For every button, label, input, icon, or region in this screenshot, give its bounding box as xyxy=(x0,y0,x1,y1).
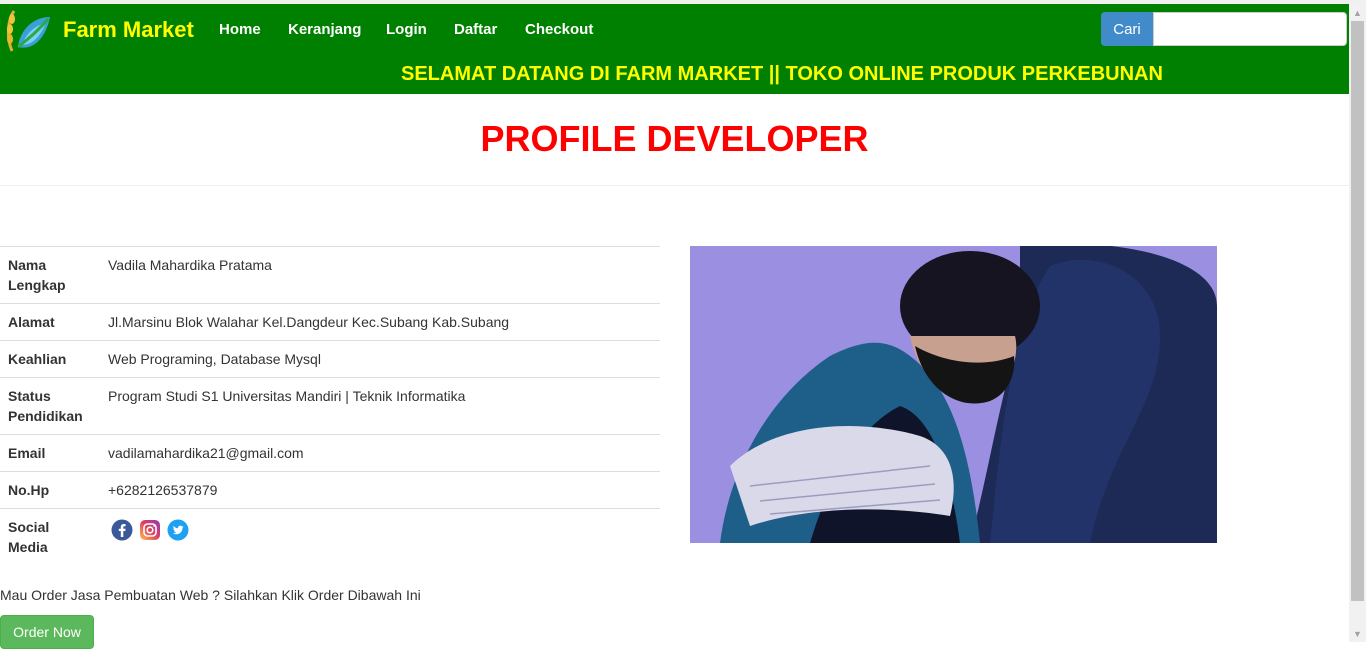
nav-home[interactable]: Home xyxy=(219,21,261,38)
profile-table: Nama Lengkap Vadila Mahardika Pratama Al… xyxy=(0,246,660,565)
table-row: Keahlian Web Programing, Database Mysql xyxy=(0,340,660,378)
welcome-marquee: SELAMAT DATANG DI FARM MARKET || TOKO ON… xyxy=(401,63,1163,85)
instagram-icon[interactable] xyxy=(139,519,161,541)
vertical-scrollbar[interactable]: ▲ ▼ xyxy=(1349,4,1366,642)
email-value: vadilamahardika21@gmail.com xyxy=(100,434,660,472)
table-row: Email vadilamahardika21@gmail.com xyxy=(0,434,660,472)
address-label: Alamat xyxy=(0,303,100,341)
address-value: Jl.Marsinu Blok Walahar Kel.Dangdeur Kec… xyxy=(100,303,660,341)
order-now-button[interactable]: Order Now xyxy=(0,615,94,649)
social-label: Social Media xyxy=(0,508,100,565)
nav-cart[interactable]: Keranjang xyxy=(288,21,361,38)
developer-photo xyxy=(690,246,1217,543)
search-input[interactable] xyxy=(1153,12,1347,46)
table-row: Status Pendidikan Program Studi S1 Unive… xyxy=(0,377,660,435)
name-value: Vadila Mahardika Pratama xyxy=(100,246,660,304)
search-button[interactable]: Cari xyxy=(1101,12,1153,46)
education-label: Status Pendidikan xyxy=(0,377,100,435)
brand-name[interactable]: Farm Market xyxy=(63,17,194,43)
facebook-icon[interactable] xyxy=(111,519,133,541)
name-label: Nama Lengkap xyxy=(0,246,100,304)
nav-register[interactable]: Daftar xyxy=(454,21,497,38)
table-row: Alamat Jl.Marsinu Blok Walahar Kel.Dangd… xyxy=(0,303,660,341)
phone-value: +6282126537879 xyxy=(100,471,660,509)
farm-logo-icon[interactable] xyxy=(4,7,52,57)
education-value: Program Studi S1 Universitas Mandiri | T… xyxy=(100,377,660,435)
email-label: Email xyxy=(0,434,100,472)
scroll-down-arrow-icon[interactable]: ▼ xyxy=(1349,625,1366,642)
skills-label: Keahlian xyxy=(0,340,100,378)
skills-value: Web Programing, Database Mysql xyxy=(100,340,660,378)
phone-label: No.Hp xyxy=(0,471,100,509)
table-row: No.Hp +6282126537879 xyxy=(0,471,660,509)
navbar: Farm Market Home Keranjang Login Daftar … xyxy=(0,4,1349,94)
table-row: Nama Lengkap Vadila Mahardika Pratama xyxy=(0,246,660,304)
twitter-icon[interactable] xyxy=(167,519,189,541)
divider xyxy=(0,185,1349,186)
scroll-up-arrow-icon[interactable]: ▲ xyxy=(1349,4,1366,21)
page-title: PROFILE DEVELOPER xyxy=(480,118,869,159)
nav-checkout[interactable]: Checkout xyxy=(525,21,593,38)
social-links xyxy=(100,508,660,565)
order-prompt-text: Mau Order Jasa Pembuatan Web ? Silahkan … xyxy=(0,587,421,603)
nav-login[interactable]: Login xyxy=(386,21,427,38)
scroll-thumb[interactable] xyxy=(1351,21,1364,601)
table-row: Social Media xyxy=(0,508,660,565)
